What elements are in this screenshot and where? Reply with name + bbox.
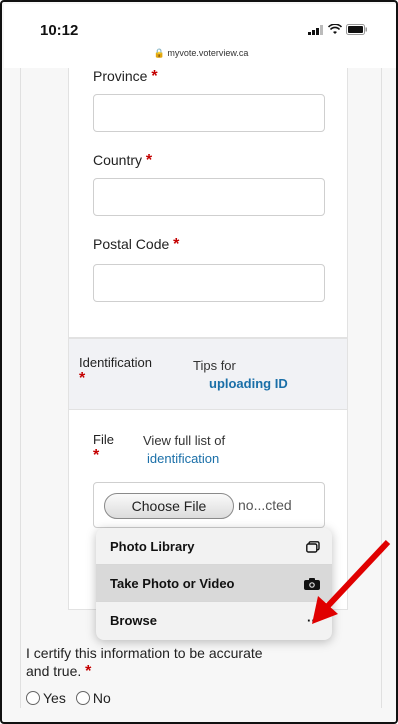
postal-code-field[interactable] — [93, 264, 325, 302]
menu-item-browse[interactable]: Browse ··· — [96, 602, 332, 639]
radio-circle[interactable] — [75, 691, 90, 705]
file-status-text: no...cted — [238, 497, 292, 513]
identification-header: Identification * Tips for uploading ID — [68, 338, 348, 410]
choose-file-button[interactable]: Choose File — [104, 493, 234, 519]
file-input[interactable]: Choose File no...cted — [93, 482, 325, 528]
required-marker: * — [85, 663, 92, 680]
certify-options: Yes No — [26, 690, 111, 706]
menu-item-take-photo[interactable]: Take Photo or Video — [96, 565, 332, 602]
required-marker: * — [145, 152, 153, 169]
radio-circle[interactable] — [26, 691, 40, 705]
country-label: Country * — [93, 152, 153, 169]
identification-tips: Tips for uploading ID — [193, 358, 288, 391]
container-border-left — [20, 68, 21, 708]
country-field[interactable] — [93, 178, 325, 216]
url-text: myvote.voterview.ca — [167, 48, 249, 58]
status-time: 10:12 — [40, 22, 79, 39]
menu-item-photo-library[interactable]: Photo Library — [96, 528, 332, 565]
battery-icon — [346, 24, 367, 35]
postal-code-label: Postal Code * — [93, 236, 180, 253]
required-marker: * — [151, 68, 158, 85]
address-bar[interactable]: 🔒 myvote.voterview.ca — [4, 48, 396, 59]
address-card: Province * Country * Postal Code * — [68, 68, 348, 338]
radio-no[interactable]: No — [75, 690, 111, 706]
file-source-menu: Photo Library Take Photo or Video Browse — [96, 528, 332, 640]
uploading-id-link[interactable]: uploading ID — [209, 376, 288, 391]
required-marker: * — [79, 370, 86, 387]
identification-label: Identification * — [79, 355, 152, 387]
radio-yes[interactable]: Yes — [26, 690, 66, 706]
signal-icon — [308, 24, 323, 35]
required-marker: * — [173, 236, 180, 253]
lock-icon: 🔒 — [153, 48, 165, 58]
id-list-info: View full list of identification — [143, 433, 226, 466]
certify-text: I certify this information to be accurat… — [26, 645, 263, 680]
wifi-icon — [328, 24, 342, 34]
file-label: File * — [93, 432, 114, 464]
status-bar: 10:12 🔒 myvote.voterview.ca — [4, 4, 396, 70]
page-content: Province * Country * Postal Code * Ident… — [4, 68, 396, 722]
phone-frame: 10:12 🔒 myvote.voterview.ca Province * C… — [0, 0, 398, 724]
province-field[interactable] — [93, 94, 325, 132]
province-label: Province * — [93, 68, 158, 85]
required-marker: * — [93, 447, 100, 464]
red-arrow-annotation — [312, 539, 391, 624]
system-icons — [308, 24, 368, 35]
identification-link[interactable]: identification — [147, 451, 219, 466]
